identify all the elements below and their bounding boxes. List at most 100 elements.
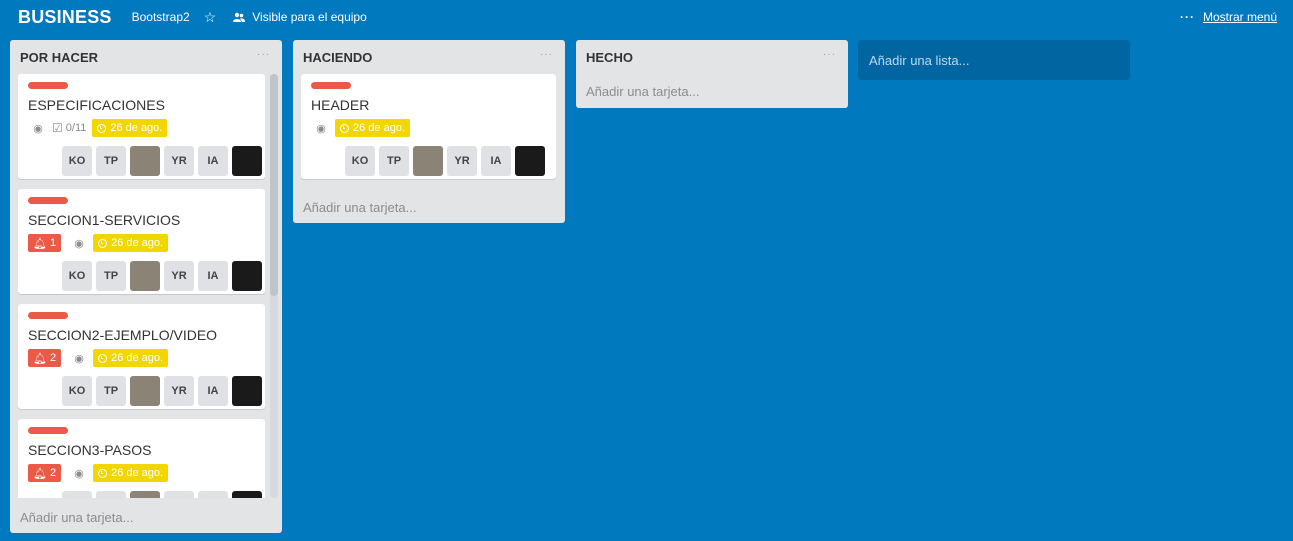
eye-icon: ◉ bbox=[74, 467, 84, 480]
avatar[interactable]: IA bbox=[198, 261, 228, 291]
card-members: KO TP YR IA bbox=[58, 491, 262, 498]
eye-icon: ◉ bbox=[316, 122, 326, 135]
due-date: 26 de ago. bbox=[110, 122, 163, 134]
list-menu-icon[interactable]: ··· bbox=[823, 49, 836, 60]
checklist-count: 0/11 bbox=[65, 122, 87, 134]
avatar-photo[interactable] bbox=[232, 146, 262, 176]
avatar-photo[interactable] bbox=[130, 376, 160, 406]
card-badges: 🔔︎ 2 ◉ 26 de ago. bbox=[28, 349, 169, 367]
due-date-badge: 26 de ago. bbox=[335, 119, 410, 137]
avatar[interactable]: IA bbox=[198, 146, 228, 176]
list-title[interactable]: POR HACER bbox=[20, 50, 98, 65]
card-badges: 🔔︎ 2 ◉ 26 de ago. bbox=[28, 464, 169, 482]
card-label-red bbox=[28, 427, 68, 434]
card-label-red bbox=[28, 312, 68, 319]
board-header: BUSINESS Bootstrap2 ☆ Visible para el eq… bbox=[0, 0, 1293, 34]
card-members: KO TP YR IA bbox=[341, 146, 545, 176]
due-date: 26 de ago. bbox=[353, 122, 405, 134]
list-header: HECHO ··· bbox=[576, 40, 848, 74]
avatar[interactable]: YR bbox=[164, 146, 194, 176]
checkbox-icon: ☑ bbox=[52, 121, 63, 135]
card-members: KO TP YR IA bbox=[58, 146, 262, 176]
notification-badge: 🔔︎ 1 bbox=[28, 234, 62, 252]
clock-icon bbox=[98, 238, 108, 248]
avatar-photo[interactable] bbox=[413, 146, 443, 176]
scrollbar-thumb[interactable] bbox=[270, 74, 278, 296]
list-por-hacer: POR HACER ··· ESPECIFICACIONES ◉ ☑ 0/11 2… bbox=[10, 40, 282, 533]
avatar[interactable]: TP bbox=[96, 491, 126, 498]
card-members: KO TP YR IA bbox=[58, 376, 262, 406]
card-members: KO TP YR IA bbox=[58, 261, 262, 291]
card-label-red bbox=[28, 197, 68, 204]
avatar[interactable]: YR bbox=[164, 376, 194, 406]
show-menu-label[interactable]: Mostrar menú bbox=[1203, 10, 1277, 24]
due-date-badge: 26 de ago. bbox=[93, 464, 169, 482]
due-date-badge: 26 de ago. bbox=[92, 119, 168, 137]
card-seccion2-ejemplo-video[interactable]: SECCION2-EJEMPLO/VIDEO 🔔︎ 2 ◉ 26 de ago. … bbox=[18, 304, 265, 409]
avatar[interactable]: TP bbox=[96, 376, 126, 406]
avatar-photo[interactable] bbox=[130, 146, 160, 176]
avatar[interactable]: KO bbox=[62, 376, 92, 406]
add-card-button[interactable]: Añadir una tarjeta... bbox=[303, 200, 416, 215]
card-especificaciones[interactable]: ESPECIFICACIONES ◉ ☑ 0/11 26 de ago. KO T… bbox=[18, 74, 265, 179]
add-card-button[interactable]: Añadir una tarjeta... bbox=[586, 84, 699, 99]
avatar[interactable]: IA bbox=[198, 376, 228, 406]
show-menu-button[interactable]: ··· Mostrar menú bbox=[1180, 10, 1277, 24]
card-seccion3-pasos[interactable]: SECCION3-PASOS 🔔︎2 ◉ 26 de ago. KO TP YR… bbox=[18, 419, 265, 498]
checklist-badge: ☑ 0/11 bbox=[52, 121, 86, 135]
star-icon[interactable]: ☆ bbox=[204, 9, 217, 26]
notification-badge: 🔔︎ 2 bbox=[28, 464, 62, 482]
list-title[interactable]: HECHO bbox=[586, 50, 633, 65]
notification-badge: 🔔︎ 2 bbox=[28, 349, 62, 367]
add-list-label[interactable]: Añadir una lista... bbox=[869, 53, 969, 68]
eye-icon: ◉ bbox=[74, 237, 84, 250]
avatar-photo[interactable] bbox=[130, 491, 160, 498]
clock-icon bbox=[97, 123, 107, 133]
avatar[interactable]: IA bbox=[481, 146, 511, 176]
avatar[interactable]: KO bbox=[62, 146, 92, 176]
card-label-red bbox=[311, 82, 351, 89]
card-title: HEADER bbox=[311, 97, 370, 113]
list-menu-icon[interactable]: ··· bbox=[540, 49, 553, 60]
due-date: 26 de ago. bbox=[111, 467, 164, 479]
avatar[interactable]: KO bbox=[62, 261, 92, 291]
avatar-photo[interactable] bbox=[232, 376, 262, 406]
card-header[interactable]: HEADER ◉ 26 de ago. KO TP YR IA bbox=[301, 74, 556, 179]
avatar-photo[interactable] bbox=[232, 491, 262, 498]
avatar[interactable]: YR bbox=[164, 261, 194, 291]
bell-icon: 🔔︎ bbox=[33, 237, 47, 250]
board-title[interactable]: BUSINESS bbox=[18, 7, 112, 28]
avatar[interactable]: YR bbox=[447, 146, 477, 176]
avatar[interactable]: TP bbox=[96, 146, 126, 176]
avatar[interactable]: TP bbox=[96, 261, 126, 291]
team-name[interactable]: Bootstrap2 bbox=[132, 10, 190, 24]
visibility-label[interactable]: Visible para el equipo bbox=[252, 10, 367, 24]
avatar[interactable]: IA bbox=[198, 491, 228, 498]
notification-count: 2 bbox=[49, 352, 57, 364]
bell-icon: 🔔︎ bbox=[33, 467, 47, 480]
avatar[interactable]: KO bbox=[345, 146, 375, 176]
list-header: HACIENDO ··· bbox=[293, 40, 565, 74]
avatar-photo[interactable] bbox=[130, 261, 160, 291]
list-title[interactable]: HACIENDO bbox=[303, 50, 372, 65]
list-haciendo: HACIENDO ··· HEADER ◉ 26 de ago. KO TP Y… bbox=[293, 40, 565, 223]
avatar-photo[interactable] bbox=[232, 261, 262, 291]
list-scrollbar[interactable] bbox=[270, 74, 278, 498]
list-header: POR HACER ··· bbox=[10, 40, 282, 74]
team-visibility-icon[interactable] bbox=[232, 12, 246, 23]
bell-icon: 🔔︎ bbox=[33, 352, 47, 365]
avatar-photo[interactable] bbox=[515, 146, 545, 176]
add-list-button[interactable]: Añadir una lista... bbox=[858, 40, 1130, 80]
eye-icon: ◉ bbox=[74, 352, 84, 365]
add-card-button[interactable]: Añadir una tarjeta... bbox=[20, 510, 133, 525]
avatar[interactable]: TP bbox=[379, 146, 409, 176]
avatar[interactable]: YR bbox=[164, 491, 194, 498]
avatar[interactable]: KO bbox=[62, 491, 92, 498]
card-badges: ◉ ☑ 0/11 26 de ago. bbox=[28, 119, 168, 137]
card-seccion1-servicios[interactable]: SECCION1-SERVICIOS 🔔︎ 1 ◉ 26 de ago. KO T… bbox=[18, 189, 265, 294]
due-date: 26 de ago. bbox=[111, 352, 164, 364]
card-label-red bbox=[28, 82, 68, 89]
due-date-badge: 26 de ago. bbox=[93, 349, 169, 367]
list-menu-icon[interactable]: ··· bbox=[257, 49, 270, 60]
due-date: 26 de ago. bbox=[111, 237, 164, 249]
